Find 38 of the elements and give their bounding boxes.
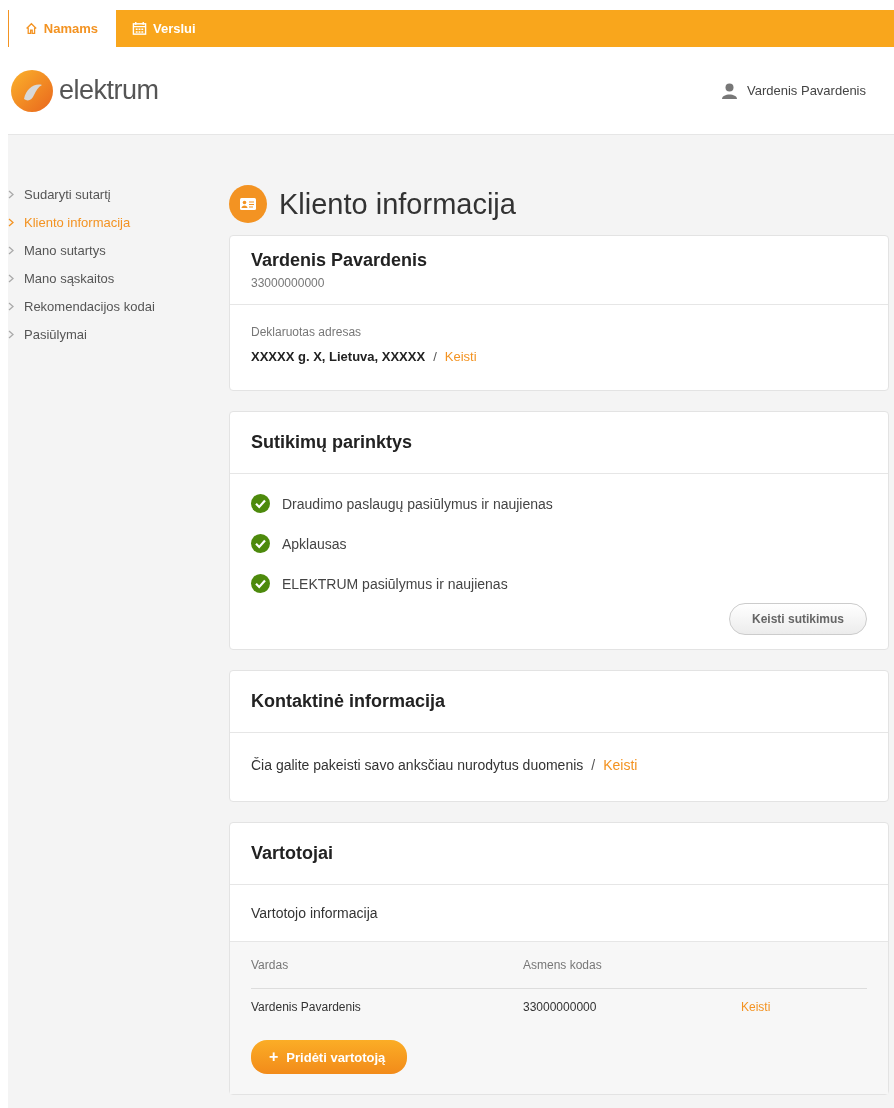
sidebar-item[interactable]: Sudaryti sutartį [8, 187, 229, 202]
chevron-icon [8, 246, 14, 255]
consent-label: Apklausas [282, 535, 347, 552]
sidebar-item[interactable]: Mano sąskaitos [8, 271, 229, 286]
section-subtitle: Vartotojo informacija [251, 904, 379, 923]
change-consents-button[interactable]: Keisti sutikimus [728, 603, 867, 635]
sidebar-item[interactable]: Mano sutartys [8, 243, 229, 258]
address-text: XXXXX g. X, Lietuva, XXXXX [251, 349, 426, 364]
logo-text: elektrum [59, 75, 159, 106]
chevron-icon [8, 274, 14, 283]
chevron-icon [8, 330, 14, 339]
page-title: Kliento informacija [279, 187, 516, 221]
table-cell-text: 33000000000 [523, 1000, 598, 1014]
separator: / [433, 349, 437, 364]
consent-label: Draudimo paslaugų pasiūlymus ir naujienas [282, 495, 553, 512]
separator: / [591, 757, 596, 773]
card-title: Sutikimų parinktys [251, 431, 414, 454]
user-icon [722, 82, 737, 99]
client-code: 33000000000 [251, 276, 326, 290]
sidebar-item[interactable]: Rekomendacijos kodai [8, 299, 229, 314]
chevron-icon [8, 218, 14, 227]
address-label: Deklaruotas adresas [251, 325, 363, 339]
id-card-icon [229, 185, 267, 223]
client-name: Vardenis Pavardenis [251, 250, 429, 271]
table-cell-text: Vardenis Pavardenis [251, 1000, 362, 1014]
consent-label: ELEKTRUM pasiūlymus ir naujienas [282, 575, 508, 592]
logo-icon [10, 68, 54, 113]
card-title: Vartotojai [251, 842, 335, 865]
chevron-icon [8, 190, 14, 199]
calendar-icon [132, 21, 147, 36]
contact-text: Čia galite pakeisti savo anksčiau nurodytus duomenis [251, 757, 584, 773]
card-title: Kontaktinė informacija [251, 690, 447, 713]
sidebar-item[interactable]: Pasiūlymai [8, 327, 229, 342]
user-menu[interactable]: Vardenis Pavardenis [722, 82, 866, 99]
column-header: Vardas [251, 958, 290, 972]
column-header: Asmens kodas [523, 958, 603, 972]
home-icon [25, 21, 38, 36]
chevron-icon [8, 302, 14, 311]
